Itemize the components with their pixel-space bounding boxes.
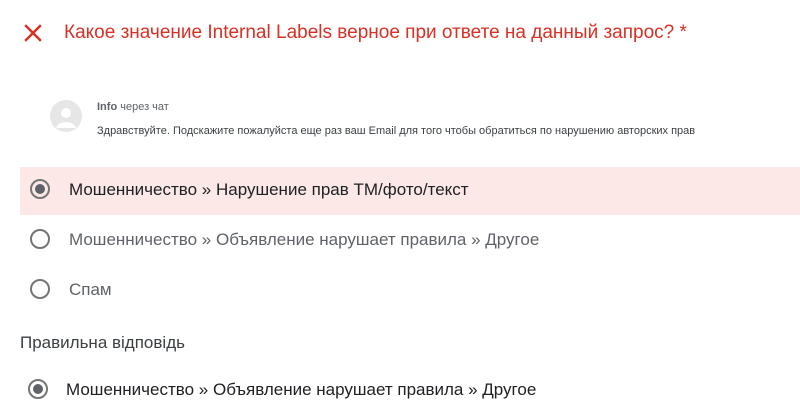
avatar xyxy=(50,100,82,132)
radio-checked-icon[interactable] xyxy=(30,179,50,199)
question-header: Какое значение Internal Labels верное пр… xyxy=(0,0,800,66)
radio-checked-icon xyxy=(28,379,48,399)
correct-answer-heading: Правильна відповідь xyxy=(20,333,185,352)
radio-unchecked-icon[interactable] xyxy=(30,229,50,249)
option-1[interactable]: Мошенничество » Нарушение прав ТМ/фото/т… xyxy=(20,167,800,215)
option-3[interactable]: Спам xyxy=(20,267,800,315)
radio-unchecked-icon[interactable] xyxy=(30,279,50,299)
option-label: Мошенничество » Объявление нарушает прав… xyxy=(69,230,540,249)
correct-answer-option: Мошенничество » Объявление нарушает прав… xyxy=(20,368,800,412)
close-icon xyxy=(24,24,42,42)
chat-message-text: Здравствуйте. Подскажите пожалуйста еще … xyxy=(97,125,696,137)
option-label: Спам xyxy=(69,280,112,299)
correct-answer-label: Мошенничество » Объявление нарушает прав… xyxy=(66,380,537,399)
question-title: Какое значение Internal Labels верное пр… xyxy=(64,22,687,43)
chat-sender: Info xyxy=(97,101,118,113)
option-2[interactable]: Мошенничество » Объявление нарушает прав… xyxy=(20,217,800,265)
chat-meta: Info через чат xyxy=(97,100,169,114)
chat-message-block: Info через чат Здравствуйте. Подскажите … xyxy=(50,97,770,137)
option-label: Мошенничество » Нарушение прав ТМ/фото/т… xyxy=(69,180,469,199)
chat-channel: через чат xyxy=(120,101,169,113)
person-icon xyxy=(56,108,76,128)
